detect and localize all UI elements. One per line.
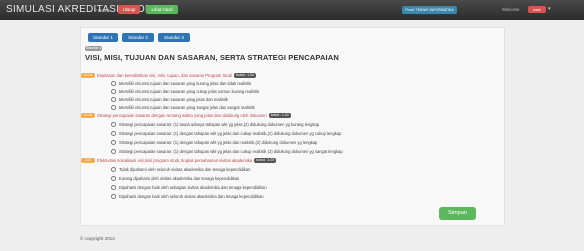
option-label: Strategi pencapaian sasaran: (1) dengan … [119,148,343,154]
option-label: Dipahami dengan baik oleh sebagian sivit… [119,184,267,190]
home-icon: ⌂ [94,7,98,13]
nav-home-link[interactable]: ⌂ Home [94,7,110,13]
question-header: 1.1.a Kejelasan dan kerealistikan visi, … [81,72,256,78]
simpan-button[interactable]: Simpan [439,207,476,220]
question-header: 1.1.b Strategi pencapaian sasaran dengan… [81,112,291,118]
option-label: Memiliki visi,misi,tujuan dan sasaran ya… [119,80,252,86]
question-number: 1.1.b [81,112,95,118]
radio-button[interactable] [111,193,116,199]
answer-option[interactable]: Dipahami dengan baik oleh seluruh sivita… [111,193,264,199]
radio-button[interactable] [111,88,116,94]
tab-standar-3[interactable]: Standar 3 [158,33,190,42]
radio-button[interactable] [111,80,116,86]
footer-copyright: © copyright 2013 [80,236,115,241]
option-label: Dipahami dengan baik oleh seluruh sivita… [119,193,264,199]
lihat-hasil-button[interactable]: Lihat Hasil [146,5,178,14]
radio-button[interactable] [111,175,116,181]
radio-button[interactable] [111,166,116,172]
option-label: Memiliki visi,misi,tujuan dan sasaran ya… [119,96,228,102]
bobot-badge: bobot : 1.04 [234,72,256,78]
top-navbar: SIMULASI AKREDITASI PRODI ⌂ Home Ulangi … [0,0,584,20]
user-menu[interactable]: user [528,6,546,13]
radio-button[interactable] [111,130,116,136]
radio-button[interactable] [111,139,116,145]
answer-option[interactable]: Memiliki visi,misi,tujuan dan sasaran ya… [111,104,255,110]
radio-button[interactable] [111,148,116,154]
answer-option[interactable]: Dipahami dengan baik oleh sebagian sivit… [111,184,267,190]
prodi-badge: Prodi: TEKNIK INFORMATIKA [402,6,457,14]
answer-option[interactable]: Strategi pencapaian sasaran: (1) dengan … [111,139,317,145]
radio-button[interactable] [111,96,116,102]
bobot-badge: bobot : 1.04 [254,157,277,163]
option-label: Strategi pencapaian sasaran: (1) tanpa a… [119,121,320,127]
tab-standar-1[interactable]: Standar 1 [88,33,118,42]
question-number: 1.2 [81,157,95,163]
ulangi-button[interactable]: Ulangi [118,5,140,14]
answer-option[interactable]: Memiliki visi,misi,tujuan dan sasaran ya… [111,80,251,86]
answer-option[interactable]: Strategi pencapaian sasaran: (1) dengan … [111,148,343,154]
radio-button[interactable] [111,121,116,127]
welcome-label: Welcome [502,7,520,12]
answer-option[interactable]: Kurang dipahami oleh sivitas akademika d… [111,175,239,181]
page-title: VISI, MISI, TUJUAN DAN SASARAN, SERTA ST… [85,53,339,62]
question-text: Kejelasan dan kerealistikan visi, misi, … [97,72,232,78]
answer-option[interactable]: Memiliki visi,misi,tujuan dan sasaran ya… [111,96,228,102]
radio-button[interactable] [111,104,116,110]
section-badge: Standar 1 [85,46,102,51]
tab-standar-2[interactable]: Standar 2 [122,33,154,42]
option-label: Memiliki visi,misi,tujuan dan sasaran ya… [119,104,255,110]
question-header: 1.2 Efektivitas sosialisasi visi,misi pr… [81,157,277,163]
question-number: 1.1.a [81,72,95,78]
answer-option[interactable]: Strategi pencapaian sasaran: (1) tanpa a… [111,121,319,127]
question-text: Efektivitas sosialisasi visi,misi progra… [97,157,253,163]
option-label: Strategi pencapaian sasaran: (1) dengan … [119,130,342,136]
option-label: Tidak dipahami oleh seluruh sivitas akad… [119,166,251,172]
option-label: Strategi pencapaian sasaran: (1) dengan … [119,139,318,145]
answer-option[interactable]: Memiliki visi,misi,tujuan dan sasaran ya… [111,88,259,94]
option-label: Kurang dipahami oleh sivitas akademika d… [119,175,240,181]
option-label: Memiliki visi,misi,tujuan dan sasaran ya… [119,88,260,94]
bobot-badge: bobot : 1.04 [268,112,291,118]
answer-option[interactable]: Strategi pencapaian sasaran: (1) dengan … [111,130,341,136]
chevron-down-icon[interactable]: ▾ [548,6,551,12]
answer-option[interactable]: Tidak dipahami oleh seluruh sivitas akad… [111,166,250,172]
nav-home-label: Home [98,7,111,13]
question-text: Strategi pencapaian sasaran dengan renta… [97,112,267,118]
radio-button[interactable] [111,184,116,190]
